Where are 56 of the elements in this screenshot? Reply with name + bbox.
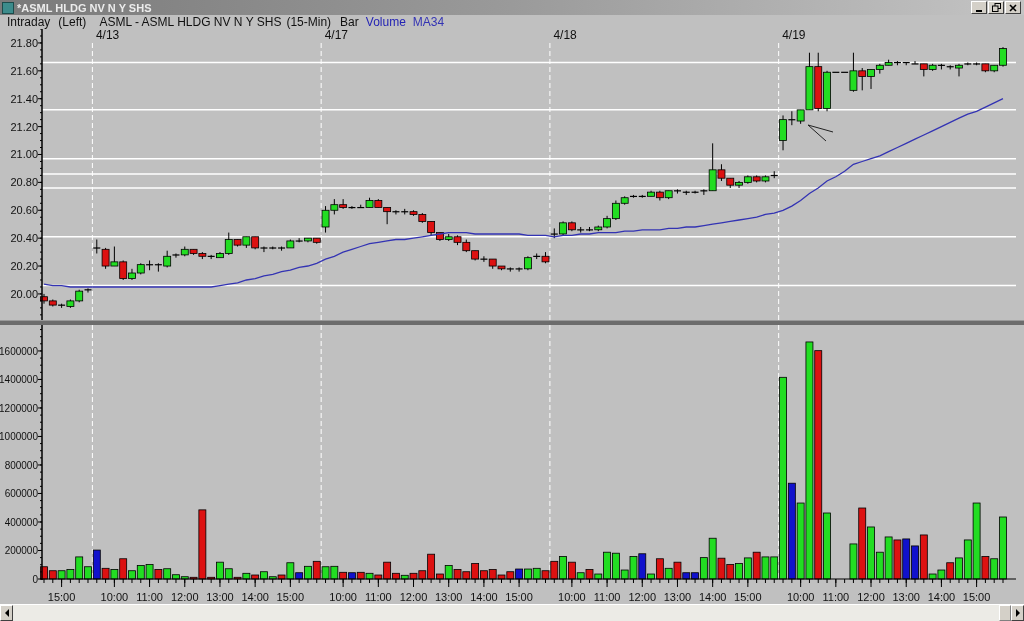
y-tick-label: 21.40 <box>10 92 38 105</box>
y-tick-label: 21.00 <box>10 148 38 161</box>
x-tick-label: 14:00 <box>241 591 269 603</box>
x-tick-label: 10:00 <box>558 591 586 603</box>
x-tick-label: 10:00 <box>329 591 357 603</box>
x-tick-label: 15:00 <box>734 591 762 603</box>
interval-label: (15-Min) <box>286 15 332 29</box>
x-tick-label: 14:00 <box>927 591 956 603</box>
x-tick-label: 11:00 <box>593 591 621 603</box>
x-tick-label: 11:00 <box>364 591 392 603</box>
study-label: MA34 <box>412 15 445 29</box>
x-tick-label: 10:00 <box>786 591 815 603</box>
y-tick-label: 20.00 <box>10 287 38 300</box>
y-tick-label: 1400000 <box>0 374 38 386</box>
y-tick-label: 20.40 <box>10 232 38 245</box>
y-tick-label: 21.20 <box>10 120 38 133</box>
date-label: 4/19 <box>782 29 806 42</box>
x-tick-label: 15:00 <box>47 591 76 603</box>
axis-side-label: (Left) <box>58 15 87 29</box>
date-label: 4/17 <box>324 29 348 42</box>
y-tick-label: 600000 <box>4 488 38 500</box>
x-tick-label: 12:00 <box>399 591 428 603</box>
chart-style-label: Bar <box>340 15 359 29</box>
x-tick-label: 11:00 <box>136 591 163 603</box>
y-tick-label: 1200000 <box>0 402 38 414</box>
x-tick-label: 12:00 <box>171 591 199 603</box>
x-tick-label: 11:00 <box>822 591 850 603</box>
x-tick-label: 12:00 <box>857 591 885 603</box>
x-tick-label: 14:00 <box>470 591 498 603</box>
y-tick-label: 1000000 <box>0 431 38 443</box>
x-tick-label: 13:00 <box>663 591 692 603</box>
y-tick-label: 20.20 <box>10 260 38 273</box>
x-tick-label: 15:00 <box>505 591 533 603</box>
x-tick-label: 15:00 <box>962 591 991 603</box>
y-tick-label: 0 <box>32 574 38 585</box>
y-tick-label: 1600000 <box>0 345 38 357</box>
chart-mode-label: Intraday <box>7 15 51 29</box>
x-tick-label: 13:00 <box>892 591 920 603</box>
x-tick-label: 12:00 <box>628 591 657 603</box>
y-tick-label: 20.60 <box>10 204 38 217</box>
symbol-label: ASML - ASML HLDG NV N Y SHS <box>99 15 282 29</box>
y-tick-label: 21.80 <box>10 36 38 49</box>
x-tick-label: 14:00 <box>698 591 727 603</box>
y-tick-label: 400000 <box>4 517 38 528</box>
y-tick-label: 800000 <box>4 459 38 471</box>
x-tick-label: 13:00 <box>434 591 463 603</box>
x-tick-label: 10:00 <box>100 591 129 603</box>
window-title: *ASML HLDG NV N Y SHS <box>17 1 152 14</box>
date-label: 4/18 <box>553 29 577 42</box>
x-tick-label: 15:00 <box>276 591 305 603</box>
y-tick-label: 20.80 <box>10 176 38 189</box>
y-tick-label: 200000 <box>4 545 38 557</box>
x-tick-label: 13:00 <box>206 591 234 603</box>
y-tick-label: 21.60 <box>10 64 38 77</box>
date-label: 4/13 <box>95 29 120 42</box>
study-label: Volume <box>365 15 406 29</box>
